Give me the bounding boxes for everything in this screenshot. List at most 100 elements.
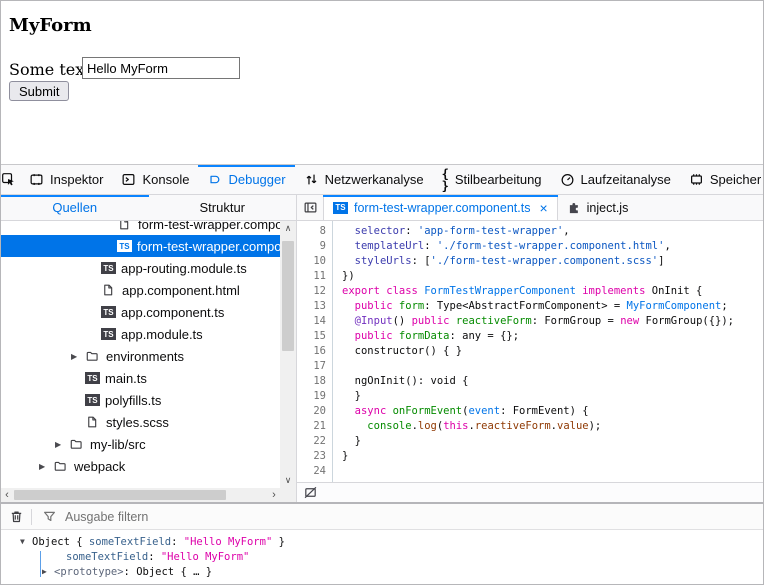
vertical-scroll-thumb[interactable] bbox=[282, 241, 294, 351]
expand-arrow-icon[interactable]: ▼ bbox=[20, 537, 32, 546]
horizontal-scroll-thumb[interactable] bbox=[14, 490, 226, 500]
console-log-row[interactable]: ▶<prototype>: Object { … } bbox=[1, 564, 763, 579]
code-line[interactable]: 23} bbox=[297, 449, 763, 464]
code-line[interactable]: 21 console.log(this.reactiveForm.value); bbox=[297, 419, 763, 434]
tab-konsole[interactable]: Konsole bbox=[112, 165, 198, 194]
tab-debugger[interactable]: Debugger bbox=[198, 165, 294, 194]
scroll-left-icon[interactable]: ‹ bbox=[1, 488, 13, 502]
split-console: ▼Object { someTextField: "Hello MyForm" … bbox=[1, 502, 763, 584]
line-number[interactable]: 24 bbox=[297, 464, 332, 479]
blackbox-source-button[interactable] bbox=[303, 485, 318, 500]
code-line[interactable]: 8 selector: 'app-form-test-wrapper', bbox=[297, 224, 763, 239]
code-line[interactable]: 18 ngOnInit(): void { bbox=[297, 374, 763, 389]
tree-item-label: form-test-wrapper.component.ts bbox=[137, 239, 280, 254]
line-number[interactable]: 15 bbox=[297, 329, 332, 344]
typescript-badge-icon: TS bbox=[117, 240, 132, 252]
tree-item[interactable]: TS form-test-wrapper.component.ts bbox=[1, 235, 280, 257]
line-number[interactable]: 18 bbox=[297, 374, 332, 389]
line-number[interactable]: 22 bbox=[297, 434, 332, 449]
code-line[interactable]: 12export class FormTestWrapperComponent … bbox=[297, 284, 763, 299]
sources-tab-struktur[interactable]: Struktur bbox=[149, 195, 297, 220]
sources-tab-quellen[interactable]: Quellen bbox=[1, 195, 149, 220]
line-number[interactable]: 20 bbox=[297, 404, 332, 419]
devtools-tab-bar: InspektorKonsole Debugger Netzwerkanalyse{… bbox=[1, 165, 763, 195]
tab-label: Debugger bbox=[228, 172, 285, 187]
code-text: constructor() { } bbox=[332, 344, 462, 359]
code-text: } bbox=[332, 434, 361, 449]
tree-item[interactable]: TSapp.module.ts bbox=[1, 323, 280, 345]
line-number[interactable]: 23 bbox=[297, 449, 332, 464]
line-number[interactable]: 14 bbox=[297, 314, 332, 329]
line-number[interactable]: 8 bbox=[297, 224, 332, 239]
collapse-sources-panel-button[interactable] bbox=[297, 195, 323, 220]
expand-arrow-icon[interactable]: ▶ bbox=[55, 440, 69, 449]
line-number[interactable]: 13 bbox=[297, 299, 332, 314]
code-line[interactable]: 10 styleUrls: ['./form-test-wrapper.comp… bbox=[297, 254, 763, 269]
expand-arrow-icon[interactable]: ▶ bbox=[71, 352, 85, 361]
tree-item[interactable]: TSpolyfills.ts bbox=[1, 389, 280, 411]
code-line[interactable]: 13 public form: Type<AbstractFormCompone… bbox=[297, 299, 763, 314]
tree-item[interactable]: TSmain.ts bbox=[1, 367, 280, 389]
code-line[interactable]: 14 @Input() public reactiveForm: FormGro… bbox=[297, 314, 763, 329]
tree-item[interactable]: styles.scss bbox=[1, 411, 280, 433]
code-line[interactable]: 22 } bbox=[297, 434, 763, 449]
code-line[interactable]: 9 templateUrl: './form-test-wrapper.comp… bbox=[297, 239, 763, 254]
code-line[interactable]: 20 async onFormEvent(event: FormEvent) { bbox=[297, 404, 763, 419]
debugger-icon bbox=[207, 172, 222, 187]
scroll-right-icon[interactable]: › bbox=[268, 488, 280, 502]
line-number[interactable]: 12 bbox=[297, 284, 332, 299]
code-line[interactable]: 16 constructor() { } bbox=[297, 344, 763, 359]
scroll-up-icon[interactable]: ∧ bbox=[280, 224, 296, 233]
console-filter-input[interactable] bbox=[63, 509, 307, 525]
close-tab-icon[interactable]: × bbox=[539, 200, 547, 216]
code-line[interactable]: 24 bbox=[297, 464, 763, 479]
console-log-row[interactable]: ▼Object { someTextField: "Hello MyForm" … bbox=[1, 534, 763, 549]
tab-netzwerkanalyse[interactable]: Netzwerkanalyse bbox=[295, 165, 433, 194]
clear-console-button[interactable] bbox=[1, 509, 31, 524]
typescript-badge-icon: TS bbox=[85, 372, 100, 384]
code-line[interactable]: 11}) bbox=[297, 269, 763, 284]
line-number[interactable]: 11 bbox=[297, 269, 332, 284]
tree-horizontal-scrollbar[interactable]: ‹ › bbox=[1, 488, 280, 502]
app-window: MyForm Some text: Submit InspektorKonsol… bbox=[0, 0, 764, 585]
line-number[interactable]: 10 bbox=[297, 254, 332, 269]
code-text: styleUrls: ['./form-test-wrapper.compone… bbox=[332, 254, 664, 269]
tree-item[interactable]: form-test-wrapper.component.html bbox=[1, 221, 280, 235]
tab-laufzeitanalyse[interactable]: Laufzeitanalyse bbox=[551, 165, 680, 194]
tab-label: Struktur bbox=[199, 200, 245, 215]
typescript-badge-icon: TS bbox=[101, 262, 116, 274]
expand-arrow-icon[interactable]: ▶ bbox=[42, 567, 54, 576]
console-log-row[interactable]: someTextField: "Hello MyForm" bbox=[1, 549, 763, 564]
tree-item[interactable]: TSapp-routing.module.ts bbox=[1, 257, 280, 279]
expand-arrow-icon[interactable]: ▶ bbox=[39, 462, 53, 471]
tree-item[interactable]: ▶webpack bbox=[1, 455, 280, 477]
scrollbar-corner bbox=[280, 488, 296, 502]
tree-vertical-scrollbar[interactable]: ∧ ∨ bbox=[280, 221, 296, 488]
code-view[interactable]: 8 selector: 'app-form-test-wrapper',9 te… bbox=[297, 221, 763, 482]
line-number[interactable]: 19 bbox=[297, 389, 332, 404]
pick-element-button[interactable] bbox=[1, 165, 16, 194]
tree-item[interactable]: ▶ environments bbox=[1, 345, 280, 367]
code-text: }) bbox=[332, 269, 355, 284]
code-text: @Input() public reactiveForm: FormGroup … bbox=[332, 314, 734, 329]
editor-tab[interactable]: TSform-test-wrapper.component.ts× bbox=[323, 195, 558, 220]
tree-item[interactable]: ▶my-lib/src bbox=[1, 433, 280, 455]
submit-button[interactable]: Submit bbox=[9, 81, 69, 101]
line-number[interactable]: 16 bbox=[297, 344, 332, 359]
line-number[interactable]: 9 bbox=[297, 239, 332, 254]
code-line[interactable]: 19 } bbox=[297, 389, 763, 404]
some-text-input[interactable] bbox=[82, 57, 240, 79]
tab-stilbearbeitung[interactable]: { }Stilbearbeitung bbox=[433, 165, 551, 194]
tree-item-label: environments bbox=[106, 349, 184, 364]
line-number[interactable]: 17 bbox=[297, 359, 332, 374]
editor-tab[interactable]: inject.js bbox=[558, 195, 638, 220]
scroll-down-icon[interactable]: ∨ bbox=[280, 476, 296, 485]
code-line[interactable]: 15 public formData: any = {}; bbox=[297, 329, 763, 344]
tree-item[interactable]: app.component.html bbox=[1, 279, 280, 301]
tree-item[interactable]: TSapp.component.ts bbox=[1, 301, 280, 323]
tab-speicher[interactable]: Speicher bbox=[680, 165, 764, 194]
line-number[interactable]: 21 bbox=[297, 419, 332, 434]
code-line[interactable]: 17 bbox=[297, 359, 763, 374]
tab-inspektor[interactable]: Inspektor bbox=[20, 165, 112, 194]
file-tree: form-test-wrapper.component.html TS form-t… bbox=[1, 221, 296, 502]
